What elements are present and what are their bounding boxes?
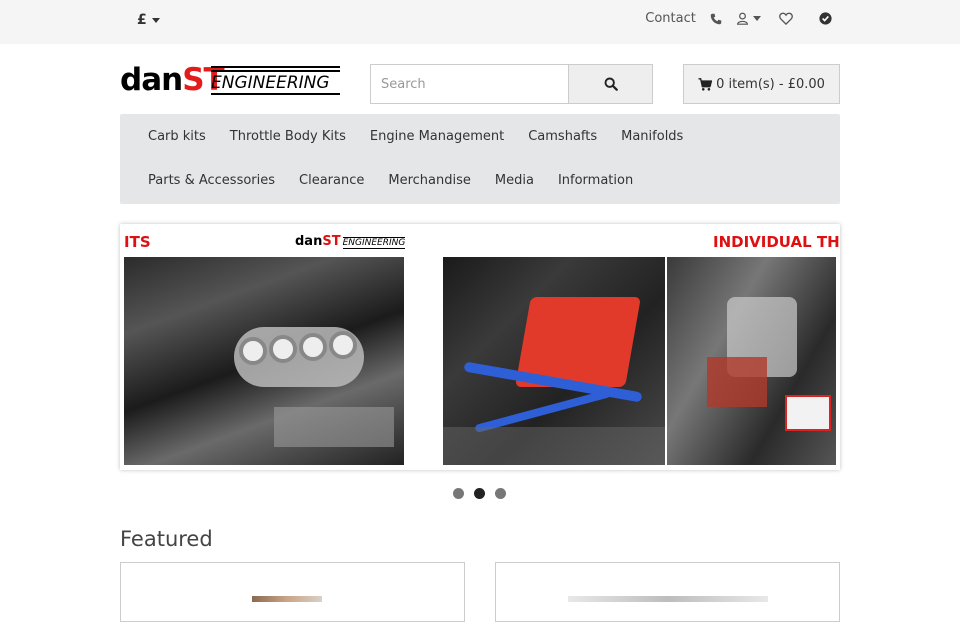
caret-down-icon [151,17,160,23]
cart-icon [698,77,713,91]
logo-wordmark: danST [120,62,225,98]
logo-underline [211,93,340,95]
carousel-dot-3[interactable] [495,488,506,499]
search-icon [604,77,618,91]
phone-icon[interactable] [710,11,722,26]
search-bar [370,64,653,104]
product-card[interactable] [495,562,840,622]
logo-engineering: ENGINEERING [211,73,330,93]
contact-link[interactable]: Contact [645,11,696,26]
top-links: Contact [645,11,832,26]
currency-selector[interactable]: £ [137,12,160,28]
nav-item-manifolds[interactable]: Manifolds [621,129,683,144]
cart-button[interactable]: 0 item(s) - £0.00 [683,64,840,104]
nav-item-merchandise[interactable]: Merchandise [388,173,471,188]
check-circle-icon [819,12,832,25]
nav-item-throttle-body-kits[interactable]: Throttle Body Kits [230,129,346,144]
featured-heading: Featured [120,527,213,551]
product-thumbnail [568,596,768,602]
nav-item-information[interactable]: Information [558,173,633,188]
search-button[interactable] [568,65,652,103]
product-card[interactable] [120,562,465,622]
product-thumbnail [252,596,322,602]
nav-item-parts-accessories[interactable]: Parts & Accessories [148,173,275,188]
top-bar: £ Contact [0,0,960,44]
banner-photo-carb-engine [124,257,404,465]
carousel-dot-2[interactable] [474,488,485,499]
nav-item-engine-management[interactable]: Engine Management [370,129,504,144]
cart-total: 0 item(s) - £0.00 [716,76,825,92]
caret-down-icon [753,16,761,21]
logo-stripe [211,66,340,72]
banner-left-label: ITS [124,233,151,251]
banner-logo: danST ENGINEERING [295,234,406,249]
currency-symbol: £ [137,12,147,28]
wishlist-button[interactable] [779,11,793,26]
nav-item-clearance[interactable]: Clearance [299,173,364,188]
carousel-indicators [453,488,506,499]
brand-logo[interactable]: danST ENGINEERING [120,62,340,98]
main-nav: Carb kits Throttle Body Kits Engine Mana… [120,114,840,204]
heart-icon [779,12,793,25]
hero-carousel[interactable]: ITS danSTENGINEERING INDIVIDUAL THRO [120,224,840,470]
nav-item-carb-kits[interactable]: Carb kits [148,129,206,144]
nav-item-camshafts[interactable]: Camshafts [528,129,597,144]
logo-dan: dan [120,62,183,98]
banner-photo-vtec-engine [443,257,665,465]
nav-item-media[interactable]: Media [495,173,534,188]
carousel-dot-1[interactable] [453,488,464,499]
banner-right-label: INDIVIDUAL THRO [713,233,840,251]
account-dropdown[interactable] [736,11,761,26]
nav-row-2: Parts & Accessories Clearance Merchandis… [148,173,633,188]
search-input[interactable] [371,65,568,103]
nav-row-1: Carb kits Throttle Body Kits Engine Mana… [148,129,683,144]
user-icon [736,12,748,25]
checkout-button[interactable] [819,11,832,26]
banner-photo-itb-engine [667,257,836,465]
